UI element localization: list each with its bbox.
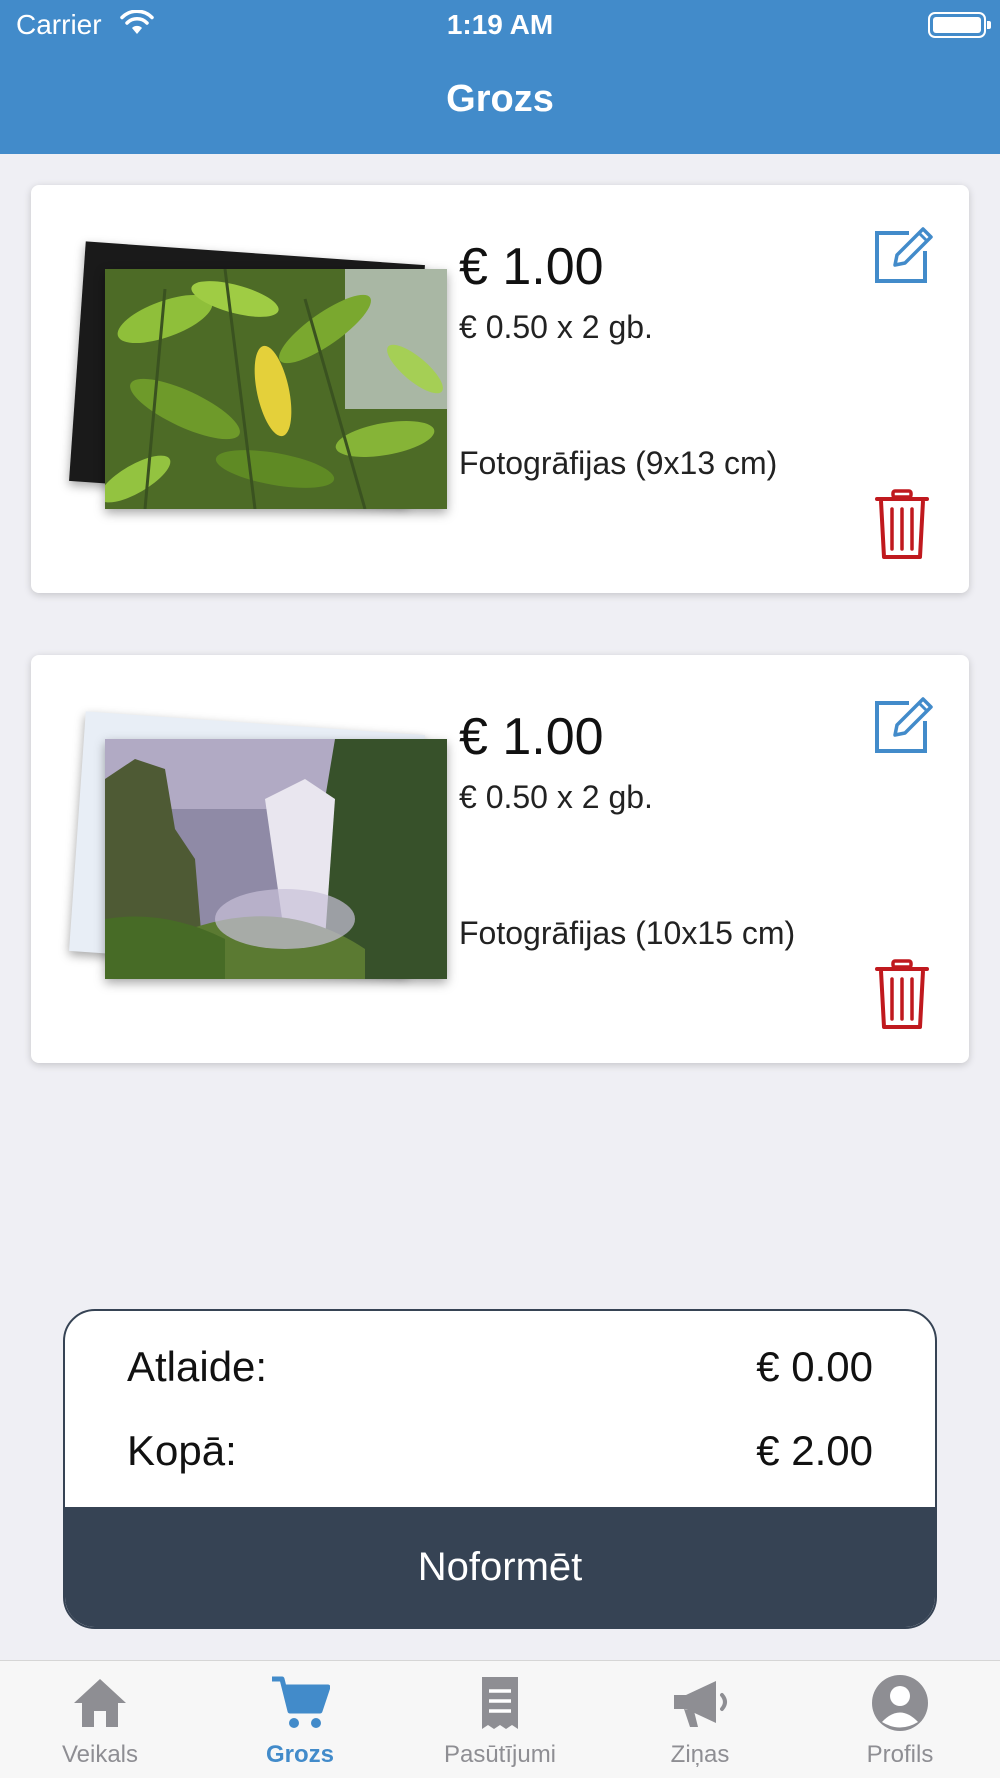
trash-icon bbox=[875, 959, 929, 1029]
navigation-header: Carrier 1:19 AM Grozs bbox=[0, 0, 1000, 154]
tab-label: Veikals bbox=[61, 1741, 139, 1768]
edit-icon bbox=[875, 697, 933, 753]
tab-label: Pasūtījumi bbox=[443, 1741, 557, 1768]
discount-label: Atlaide: bbox=[127, 1343, 268, 1390]
megaphone-icon bbox=[674, 1681, 727, 1727]
total-row: Kopā: € 2.00 bbox=[127, 1427, 873, 1475]
clock: 1:19 AM bbox=[446, 9, 554, 40]
tab-label: Profils bbox=[866, 1741, 934, 1768]
item-product-name: Fotogrāfijas (9x13 cm) bbox=[459, 445, 778, 481]
home-icon bbox=[74, 1679, 126, 1727]
checkout-button[interactable]: Noformēt bbox=[65, 1507, 935, 1627]
delete-button[interactable] bbox=[875, 489, 929, 561]
edit-icon bbox=[875, 227, 933, 283]
item-unit-price: € 0.50 x 2 gb. bbox=[459, 309, 653, 345]
order-summary: Atlaide: € 0.00 Kopā: € 2.00 Noformēt bbox=[63, 1309, 937, 1629]
tab-bar: Veikals Grozs Pasūtījumi Ziņas Profils bbox=[0, 1660, 1000, 1778]
waterfall-photo-thumbnail bbox=[61, 711, 447, 985]
cart-icon bbox=[272, 1676, 330, 1728]
edit-button[interactable] bbox=[873, 695, 933, 755]
tab-profils[interactable]: Profils bbox=[800, 1661, 1000, 1778]
edit-button[interactable] bbox=[873, 225, 933, 285]
item-price: € 1.00 bbox=[459, 708, 604, 766]
discount-row: Atlaide: € 0.00 bbox=[127, 1343, 873, 1391]
battery-icon bbox=[928, 12, 991, 38]
tab-veikals[interactable]: Veikals bbox=[0, 1661, 200, 1778]
tab-label: Grozs bbox=[265, 1741, 334, 1768]
total-value: € 2.00 bbox=[756, 1427, 873, 1474]
trash-icon bbox=[875, 489, 929, 559]
item-product-name: Fotogrāfijas (10x15 cm) bbox=[459, 915, 796, 951]
tab-pasutijumi[interactable]: Pasūtījumi bbox=[400, 1661, 600, 1778]
item-unit-price: € 0.50 x 2 gb. bbox=[459, 779, 653, 815]
tab-zinas[interactable]: Ziņas bbox=[600, 1661, 800, 1778]
tab-grozs[interactable]: Grozs bbox=[200, 1661, 400, 1778]
total-label: Kopā: bbox=[127, 1427, 237, 1474]
tab-label: Ziņas bbox=[670, 1741, 730, 1768]
page-title: Grozs bbox=[446, 78, 554, 120]
leaves-photo-thumbnail bbox=[61, 241, 447, 515]
cart-item: € 1.00 € 0.50 x 2 gb. Fotogrāfijas (9x13… bbox=[31, 185, 969, 593]
delete-button[interactable] bbox=[875, 959, 929, 1031]
receipt-icon bbox=[482, 1677, 518, 1729]
item-price: € 1.00 bbox=[459, 238, 604, 296]
status-bar: Carrier 1:19 AM bbox=[0, 0, 1000, 50]
cart-item: € 1.00 € 0.50 x 2 gb. Fotogrāfijas (10x1… bbox=[31, 655, 969, 1063]
profile-icon bbox=[872, 1675, 928, 1731]
discount-value: € 0.00 bbox=[756, 1343, 873, 1390]
